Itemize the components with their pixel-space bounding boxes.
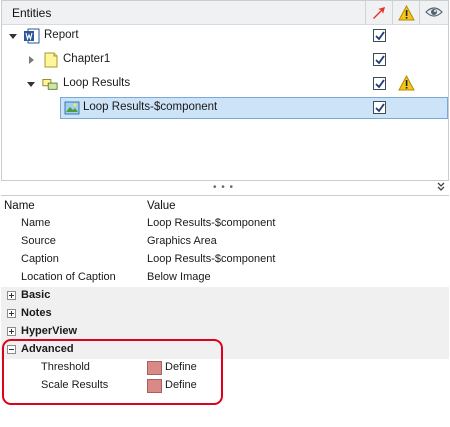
property-value[interactable]: Loop Results-$component xyxy=(147,253,275,265)
expanded-arrow-icon[interactable] xyxy=(8,31,18,41)
double-chevron-down-icon[interactable] xyxy=(436,182,446,192)
warning-icon[interactable] xyxy=(398,75,415,91)
word-document-icon xyxy=(24,28,40,44)
checkmark-icon xyxy=(375,103,385,113)
expand-plus-icon[interactable] xyxy=(7,309,16,318)
red-arrow-icon xyxy=(373,7,385,19)
visibility-checkbox[interactable] xyxy=(373,77,386,90)
tree-item-chapter1[interactable]: Chapter1 xyxy=(2,48,448,72)
collapsed-arrow-icon[interactable] xyxy=(26,55,36,65)
expand-plus-icon[interactable] xyxy=(7,291,16,300)
column-header-warning[interactable] xyxy=(392,1,419,25)
column-header-name: Name xyxy=(4,200,35,212)
annotation-highlight-box xyxy=(2,339,223,405)
property-key: Source xyxy=(21,235,56,247)
group-notes[interactable]: Notes xyxy=(1,305,449,323)
column-header-value: Value xyxy=(147,200,176,212)
entities-header: Entities xyxy=(2,1,448,25)
eye-icon xyxy=(425,7,443,17)
tree-item-label: Report xyxy=(44,29,79,41)
expanded-arrow-icon[interactable] xyxy=(26,79,36,89)
checkmark-icon xyxy=(375,55,385,65)
tree-item-label: Chapter1 xyxy=(63,53,111,65)
property-value[interactable]: Below Image xyxy=(147,271,211,283)
checkmark-icon xyxy=(375,31,385,41)
group-label: Notes xyxy=(21,307,52,319)
panel-splitter[interactable]: • • • xyxy=(0,181,450,195)
checkmark-icon xyxy=(375,79,385,89)
column-header-active[interactable] xyxy=(365,1,392,25)
group-basic[interactable]: Basic xyxy=(1,287,449,305)
group-label: Basic xyxy=(21,289,51,301)
warning-icon xyxy=(398,5,415,21)
tree-item-label: Loop Results xyxy=(63,77,131,89)
property-row-location-of-caption[interactable]: Location of Caption Below Image xyxy=(1,269,449,287)
tree-item-report[interactable]: Report xyxy=(2,24,448,48)
property-row-caption[interactable]: Caption Loop Results-$component xyxy=(1,251,449,269)
properties-header: Name Value xyxy=(1,200,449,216)
chapter-page-icon xyxy=(44,52,58,68)
loop-results-icon xyxy=(42,79,58,90)
visibility-checkbox[interactable] xyxy=(373,53,386,66)
property-key: Name xyxy=(21,217,51,229)
property-key: Caption xyxy=(21,253,59,265)
tree-item-loop-results-component[interactable]: Loop Results-$component xyxy=(2,96,448,120)
property-row-name[interactable]: Name Loop Results-$component xyxy=(1,215,449,233)
splitter-grip[interactable]: • • • xyxy=(213,183,234,193)
visibility-checkbox[interactable] xyxy=(373,29,386,42)
image-icon xyxy=(64,101,80,115)
tree-item-loop-results[interactable]: Loop Results xyxy=(2,72,448,96)
property-value[interactable]: Graphics Area xyxy=(147,235,217,247)
property-key: Location of Caption xyxy=(21,271,116,283)
property-row-source[interactable]: Source Graphics Area xyxy=(1,233,449,251)
entities-panel: Entities Report Chapter1 Loop Results Lo… xyxy=(1,0,449,181)
property-value[interactable]: Loop Results-$component xyxy=(147,217,275,229)
expand-plus-icon[interactable] xyxy=(7,327,16,336)
entities-title: Entities xyxy=(12,6,52,20)
group-label: HyperView xyxy=(21,325,78,337)
tree-item-label: Loop Results-$component xyxy=(83,101,218,113)
visibility-checkbox[interactable] xyxy=(373,101,386,114)
column-header-visibility[interactable] xyxy=(419,1,448,25)
